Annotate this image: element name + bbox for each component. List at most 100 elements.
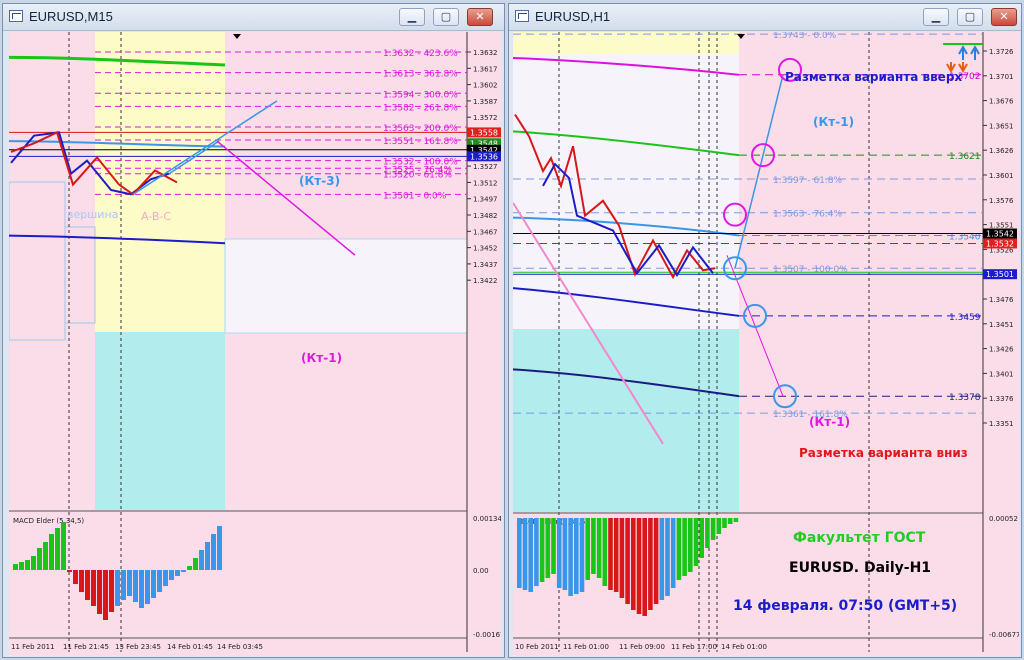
macd-bar: [55, 528, 60, 570]
arrow-up-icon: [958, 44, 968, 60]
fib-level-label: 1.3582 - 261.8%: [383, 103, 458, 113]
cyan-zone: [513, 329, 739, 512]
macd-bar: [199, 550, 204, 570]
macd-bar: [43, 542, 48, 570]
macd-bar: [517, 518, 522, 588]
close-button[interactable]: ✕: [991, 8, 1017, 26]
chart-window-m15[interactable]: EURUSD,M15 ▁ ▢ ✕ 1.3632 - 423.6% 1.3613 -…: [2, 3, 505, 658]
price-tick-label: 1.3451: [989, 321, 1014, 329]
price-tick-label: 1.3617: [473, 65, 498, 73]
faint-label: A-B-C: [141, 210, 171, 223]
macd-bar: [562, 518, 568, 590]
macd-bar: [556, 518, 562, 588]
arrow-up-icon: [970, 44, 980, 60]
macd-bar: [127, 570, 132, 596]
time-label: 14 Feb 01:45: [167, 643, 213, 651]
macd-bar: [49, 534, 54, 570]
macd-bar: [61, 522, 66, 570]
price-chart-m15[interactable]: 1.3632 - 423.6% 1.3613 - 361.8% 1.3594 - 3…: [9, 32, 501, 656]
price-tick-label: 1.3401: [989, 370, 1014, 378]
white-zone: [513, 54, 739, 329]
price-chart-h1[interactable]: 1.3743 - 0.0% 1.3597 - 61.8% 1.3563 - 76.4…: [513, 32, 1019, 656]
macd-bar: [181, 570, 186, 572]
macd-bar: [193, 558, 198, 570]
macd-bar: [85, 570, 90, 600]
shift-marker: [233, 34, 241, 39]
maximize-button[interactable]: ▢: [433, 8, 459, 26]
price-badge-label: 1.3532: [986, 239, 1014, 248]
price-tick-label: 1.3482: [473, 212, 498, 220]
macd-bar: [31, 556, 36, 570]
macd-bar: [625, 518, 630, 604]
price-tick-label: 1.3437: [473, 261, 498, 269]
date-caption: 14 февраля. 07:50 (GMT+5): [733, 598, 957, 614]
annotation-kt3: (Кт-3): [299, 174, 340, 188]
macd-bar: [115, 570, 120, 606]
white-zone: [224, 238, 468, 334]
price-tick-label: 1.3452: [473, 245, 498, 253]
macd-bar: [205, 542, 210, 570]
chart-window-h1[interactable]: EURUSD,H1 ▁ ▢ ✕ 1.3743 - 0.0% 1.3597 - 61…: [508, 3, 1022, 658]
projection-kt1-up: [734, 74, 784, 269]
close-button[interactable]: ✕: [467, 8, 493, 26]
macd-bar: [727, 518, 733, 524]
yellow-zone: [513, 32, 739, 54]
price-tick-label: 1.3632: [473, 49, 498, 57]
macd-bar: [693, 518, 699, 566]
fib-level-label: 1.3632 - 423.6%: [383, 49, 458, 59]
price-tick-label: 1.3701: [989, 73, 1014, 81]
yellow-zone: [95, 32, 225, 332]
price-tick-label: 1.3726: [989, 48, 1014, 56]
macd-bar: [25, 560, 30, 570]
macd-bar: [574, 518, 579, 594]
window-titlebar[interactable]: EURUSD,H1 ▁ ▢ ✕: [509, 4, 1021, 31]
macd-bar: [37, 548, 42, 570]
macd-bar: [733, 518, 739, 522]
chart-window-icon: [515, 10, 529, 22]
macd-bar: [133, 570, 138, 602]
macd-bar: [157, 570, 162, 592]
macd-bar: [139, 570, 144, 608]
macd-bar: [217, 526, 222, 570]
macd-bar: [13, 564, 18, 570]
fib-level-label: 1.3563 - 76.4%: [773, 210, 842, 220]
maximize-button[interactable]: ▢: [957, 8, 983, 26]
time-label: 11 Feb 21:45: [63, 643, 109, 651]
time-label: 11 Feb 17:00: [671, 643, 717, 651]
subtitle-caption: EURUSD. Daily-H1: [789, 560, 931, 576]
projection-kt1: [216, 140, 356, 256]
macd-bar: [145, 570, 150, 604]
window-titlebar[interactable]: EURUSD,M15 ▁ ▢ ✕: [3, 4, 504, 31]
price-tick-label: 1.3376: [989, 395, 1014, 403]
fib-level-label: 1.3551 - 161.8%: [383, 137, 458, 147]
price-tick-label: 1.3602: [473, 82, 498, 90]
minimize-button[interactable]: ▁: [923, 8, 949, 26]
macd-tick-label: -0.00167: [473, 631, 501, 639]
time-label: 11 Feb 01:00: [563, 643, 609, 651]
price-tick-label: 1.3426: [989, 346, 1014, 354]
price-tick-label: 1.3576: [989, 197, 1014, 205]
time-label: 11 Feb 2011: [11, 643, 55, 651]
macd-bar: [585, 518, 590, 580]
abc-box: [9, 181, 66, 341]
macd-bar: [91, 570, 96, 606]
annotation-down-variant: Разметка варианта вниз: [799, 446, 968, 460]
macd-bar: [169, 570, 174, 580]
time-label: 14 Feb 03:45: [217, 643, 263, 651]
minimize-button[interactable]: ▁: [399, 8, 425, 26]
macd-tick-label: 0.00052: [989, 515, 1018, 523]
macd-bar: [79, 570, 84, 592]
window-title: EURUSD,M15: [29, 9, 113, 24]
price-tick-label: 1.3422: [473, 277, 498, 285]
price-tick-label: 1.3587: [473, 98, 498, 106]
price-badge-label: 1.3558: [470, 128, 498, 137]
price-tick-label: 1.3467: [473, 228, 498, 236]
level-label: 1.3621: [949, 152, 981, 162]
macd-bar: [175, 570, 180, 576]
macd-bar: [211, 534, 216, 570]
fib-level-label: 1.3520 - 61.8%: [383, 171, 452, 181]
price-tick-label: 1.3676: [989, 98, 1014, 106]
price-tick-label: 1.3512: [473, 179, 498, 187]
macd-bar: [19, 562, 24, 570]
macd-bar: [659, 518, 665, 600]
